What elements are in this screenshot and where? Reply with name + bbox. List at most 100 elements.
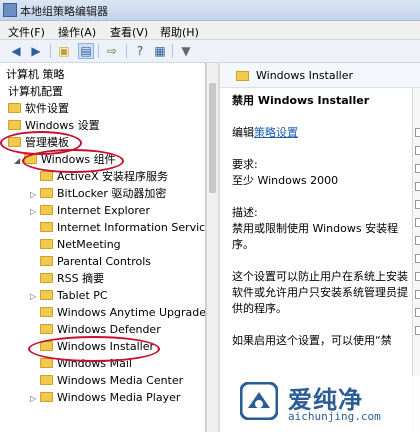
setting-icon [415, 200, 420, 209]
filter-icon[interactable]: ▼ [178, 43, 194, 59]
setting-icon [415, 128, 420, 137]
tree-item-label: NetMeeting [57, 238, 121, 251]
edit-line: 编辑策略设置 [232, 125, 417, 141]
title-bar: 本地组策略编辑器 [0, 0, 420, 21]
folder-icon [40, 256, 53, 266]
folder-icon [40, 171, 53, 181]
folder-icon [40, 273, 53, 283]
watermark-url: aichunjing.com [288, 410, 381, 423]
collapsed-arrow-icon[interactable]: ▷ [30, 203, 40, 220]
description-paragraph: 如果启用这个设置，可以使用“禁 [232, 334, 392, 347]
description-paragraph: 这个设置可以防止用户在系统上安装软件或允许用户只安装系统管理员提供的程序。 [232, 270, 408, 315]
tree-item-label: Parental Controls [57, 255, 151, 268]
tree-item[interactable]: Windows Anytime Upgrade [30, 304, 206, 321]
setting-icon [415, 254, 420, 263]
expanded-arrow-icon[interactable]: ◢ [14, 152, 24, 169]
tree-item[interactable]: Windows Defender [30, 321, 161, 338]
menu-file[interactable]: 文件(F) [8, 24, 45, 40]
tree-item-label: Windows Defender [57, 323, 161, 336]
tree-item[interactable]: 软件设置 [8, 100, 69, 117]
tree-item-label: 计算机配置 [8, 85, 63, 98]
tree-item[interactable]: ▷ Windows Media Player [30, 389, 180, 406]
toolbar-separator [50, 44, 51, 58]
tree-item-label: 软件设置 [25, 102, 69, 115]
tree-item[interactable]: Windows 设置 [8, 117, 100, 134]
edit-prefix: 编辑 [232, 126, 254, 139]
folder-icon [40, 239, 53, 249]
folder-icon [8, 120, 21, 130]
export-list-icon[interactable]: ⇨ [104, 43, 120, 59]
tree-item-label: Windows Installer [57, 340, 155, 353]
tree-item[interactable]: ▷ Tablet PC [30, 287, 108, 304]
tree-item[interactable]: 计算机配置 [8, 83, 63, 100]
tree-item-label: Internet Explorer [57, 204, 150, 217]
tree-item[interactable]: RSS 摘要 [30, 270, 104, 287]
tree-item[interactable]: ▷ BitLocker 驱动器加密 [30, 185, 166, 202]
tree-item[interactable]: ▷ Internet Explorer [30, 202, 150, 219]
description-label: 描述: [232, 206, 258, 219]
toolbar-separator [126, 44, 127, 58]
tree-item-label: Windows Media Player [57, 391, 181, 404]
menu-help[interactable]: 帮助(H) [160, 24, 199, 40]
folder-icon [40, 205, 53, 215]
edit-policy-link[interactable]: 策略设置 [254, 126, 298, 139]
collapsed-arrow-icon[interactable]: ▷ [30, 288, 40, 305]
toolbar-separator [98, 44, 99, 58]
policy-heading: 禁用 Windows Installer [232, 94, 370, 107]
window-title: 本地组策略编辑器 [20, 5, 108, 18]
tree-item-windows-installer[interactable]: Windows Installer [30, 338, 154, 355]
detail-header-title: Windows Installer [256, 69, 354, 82]
menu-action[interactable]: 操作(A) [58, 24, 96, 40]
folder-icon [40, 324, 53, 334]
toolbar: ◀ ▶ ▣ ▤ ⇨ ? ▦ ▼ [0, 40, 420, 63]
back-arrow-icon[interactable]: ◀ [8, 43, 24, 59]
tree-item[interactable]: ActiveX 安装程序服务 [30, 168, 168, 185]
tree-item[interactable]: Parental Controls [30, 253, 151, 270]
requirements-label: 要求: [232, 158, 258, 171]
menu-view[interactable]: 查看(V) [110, 24, 148, 40]
tree-item[interactable]: Windows Mail [30, 355, 132, 372]
setting-icon [415, 218, 420, 227]
tree-item-label: Windows Anytime Upgrade [57, 306, 206, 319]
tree-item-label: Internet Information Services [57, 221, 206, 234]
folder-icon [40, 222, 53, 232]
setting-icon [415, 290, 420, 299]
folder-icon [40, 375, 53, 385]
help-icon[interactable]: ? [132, 43, 148, 59]
tree-item[interactable]: Windows Media Center [30, 372, 183, 389]
tree-item-label: Tablet PC [57, 289, 108, 302]
scrollbar-thumb[interactable] [209, 83, 216, 193]
folder-open-icon [24, 154, 37, 164]
folder-icon [8, 103, 21, 113]
up-folder-icon[interactable]: ▣ [56, 43, 72, 59]
toolbar-separator [172, 44, 173, 58]
setting-icon [415, 272, 420, 281]
tree-item-label: Windows Media Center [57, 374, 184, 387]
folder-icon [40, 341, 53, 351]
watermark-logo-icon [240, 382, 278, 420]
menu-bar: 文件(F) 操作(A) 查看(V) 帮助(H) [0, 21, 420, 40]
tree-item-label: 管理模板 [25, 136, 69, 149]
tree-item[interactable]: NetMeeting [30, 236, 121, 253]
folder-icon [40, 358, 53, 368]
app-icon [3, 3, 17, 17]
folder-icon [236, 71, 249, 81]
setting-icon [415, 164, 420, 173]
tree-item[interactable]: Internet Information Services [30, 219, 206, 236]
tree-item-windows-components[interactable]: ◢ Windows 组件 [14, 151, 116, 168]
forward-arrow-icon[interactable]: ▶ [28, 43, 44, 59]
setting-icon [415, 236, 420, 245]
properties-icon[interactable]: ▦ [152, 43, 168, 59]
tree-item-label: Windows Mail [57, 357, 132, 370]
collapsed-arrow-icon[interactable]: ▷ [30, 186, 40, 203]
policy-description: 禁用 Windows Installer 编辑策略设置 要求: 至少 Windo… [232, 93, 417, 349]
folder-icon [40, 188, 53, 198]
collapsed-arrow-icon[interactable]: ▷ [30, 390, 40, 407]
setting-icon [415, 182, 420, 191]
setting-icon [415, 146, 420, 155]
tree-item-admin-templates[interactable]: 管理模板 [8, 134, 69, 151]
tree-item[interactable]: 计算机 策略 [6, 66, 65, 83]
show-hide-tree-icon[interactable]: ▤ [78, 43, 94, 59]
setting-icon [415, 326, 420, 335]
tree-item-label: Windows 设置 [25, 119, 100, 132]
